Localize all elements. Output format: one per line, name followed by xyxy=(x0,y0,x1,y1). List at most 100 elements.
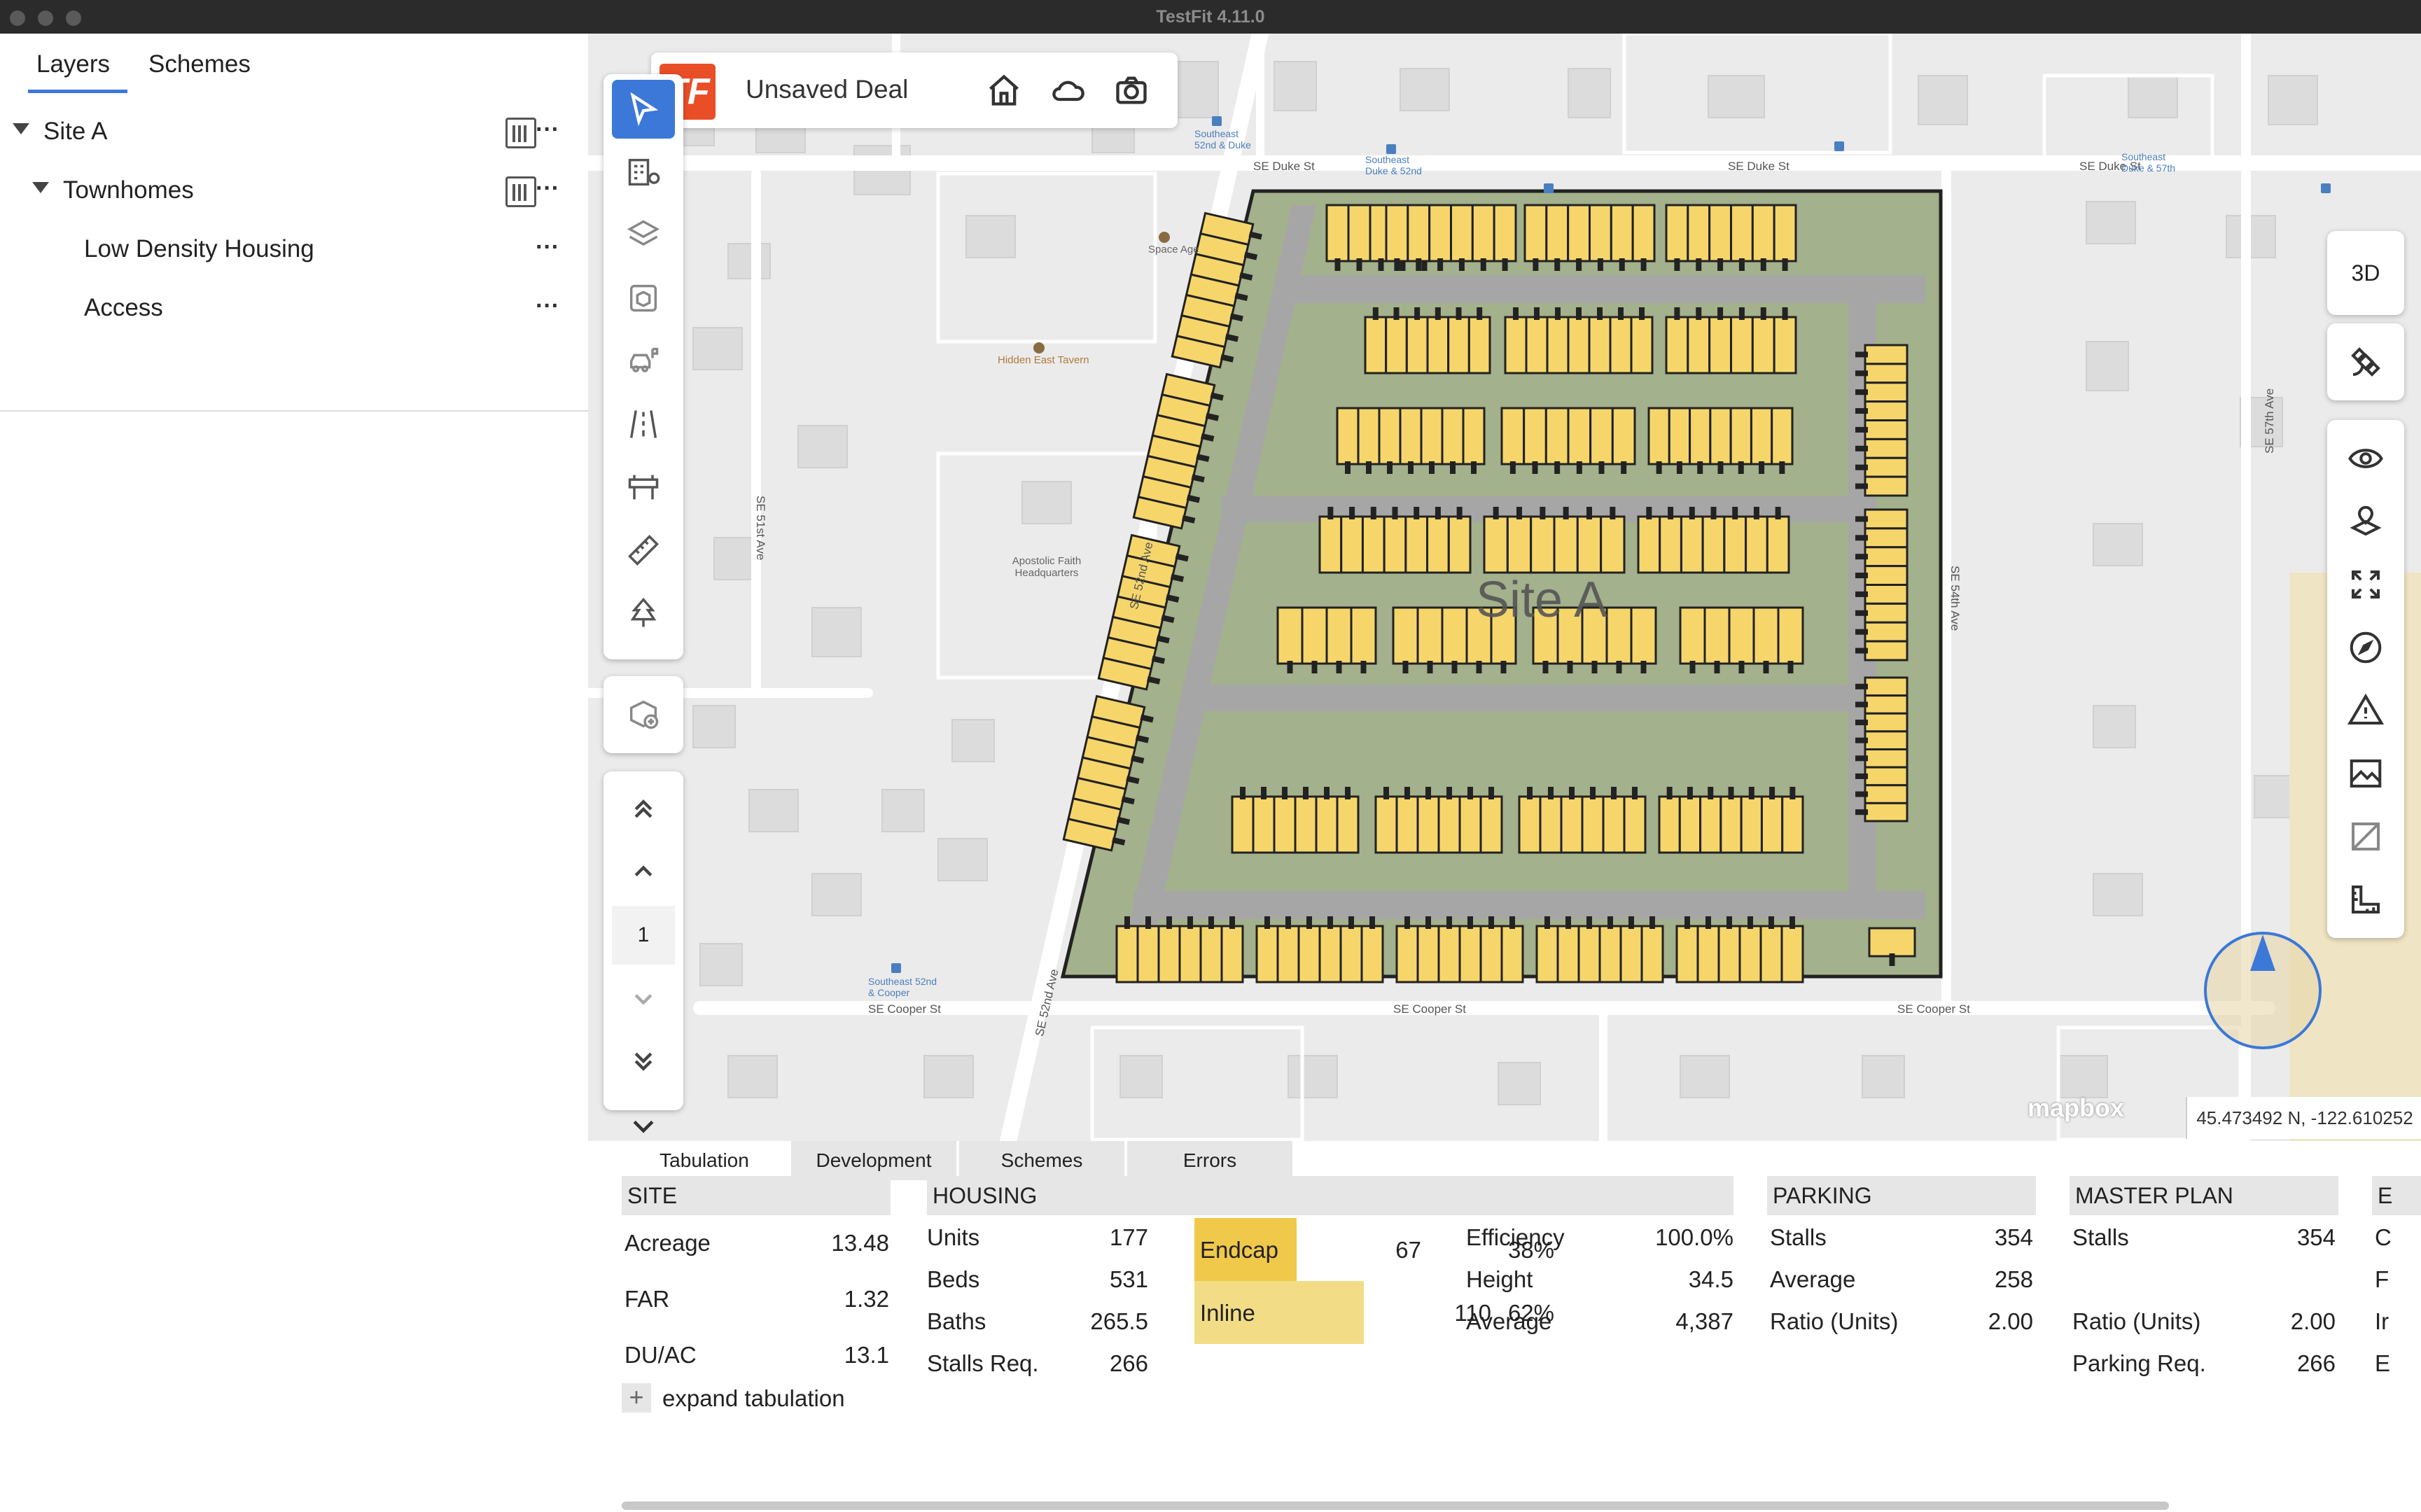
townhome-unit[interactable] xyxy=(1426,316,1450,374)
townhome-unit[interactable] xyxy=(1864,712,1909,733)
townhome-unit[interactable] xyxy=(1659,515,1682,574)
townhome-unit[interactable] xyxy=(1619,925,1643,983)
townhome-unit[interactable] xyxy=(1479,795,1503,854)
tab-schemes-bottom[interactable]: Schemes xyxy=(959,1141,1124,1180)
tab-errors[interactable]: Errors xyxy=(1127,1141,1292,1180)
expand-icon[interactable]: + xyxy=(622,1383,651,1413)
townhome-unit[interactable] xyxy=(1450,204,1474,262)
townhome-unit[interactable] xyxy=(1392,606,1419,665)
townhome-unit[interactable] xyxy=(1623,795,1647,854)
townhome-unit[interactable] xyxy=(1696,925,1720,983)
townhome-unit[interactable] xyxy=(1750,407,1773,465)
townhome-unit[interactable] xyxy=(1518,795,1542,854)
tab-tabulation[interactable]: Tabulation xyxy=(622,1141,787,1180)
townhome-unit[interactable] xyxy=(1759,925,1783,983)
townhome-unit[interactable] xyxy=(1458,795,1482,854)
townhome-unit[interactable] xyxy=(1506,515,1533,574)
townhome-unit[interactable] xyxy=(1294,795,1318,854)
townhome-unit[interactable] xyxy=(1687,316,1711,374)
townhome-unit[interactable] xyxy=(1336,407,1360,465)
parking-tool[interactable] xyxy=(612,332,675,391)
townhome-unit[interactable] xyxy=(1864,676,1909,697)
townhome-unit[interactable] xyxy=(1567,407,1592,465)
townhome-unit[interactable] xyxy=(1864,508,1909,530)
townhome-unit[interactable] xyxy=(1719,795,1743,854)
layer-townhomes[interactable]: Townhomes ··· xyxy=(0,162,588,221)
image-overlay-button[interactable] xyxy=(2327,742,2404,805)
townhome-unit[interactable] xyxy=(1864,640,1909,662)
townhome-unit[interactable] xyxy=(1605,606,1633,665)
townhome-unit[interactable] xyxy=(1252,795,1276,854)
townhome-unit[interactable] xyxy=(1864,748,1909,769)
townhome-unit[interactable] xyxy=(1530,515,1556,574)
townhome-unit[interactable] xyxy=(1399,407,1423,465)
townhome-unit[interactable] xyxy=(1525,316,1549,374)
townhome-unit[interactable] xyxy=(1416,795,1440,854)
townhome-unit[interactable] xyxy=(1864,475,1909,497)
townhome-unit[interactable] xyxy=(1115,925,1139,983)
townhome-unit[interactable] xyxy=(1340,515,1364,574)
townhome-unit[interactable] xyxy=(1637,515,1661,574)
townhome-unit[interactable] xyxy=(1199,925,1223,983)
townhome-unit[interactable] xyxy=(1777,606,1804,665)
townhome-unit[interactable] xyxy=(1462,407,1486,465)
townhome-unit[interactable] xyxy=(1701,515,1726,574)
townhome-unit[interactable] xyxy=(1589,204,1612,262)
townhome-unit[interactable] xyxy=(1483,515,1509,574)
townhome-unit[interactable] xyxy=(1437,795,1461,854)
tab-layers[interactable]: Layers xyxy=(36,50,110,78)
cloud-icon[interactable] xyxy=(1050,72,1087,108)
townhome-unit[interactable] xyxy=(1360,925,1384,983)
townhome-unit[interactable] xyxy=(1864,621,1909,643)
top-floor-button[interactable] xyxy=(612,780,675,839)
layer-site-a[interactable]: Site A ··· xyxy=(0,104,588,162)
townhome-unit[interactable] xyxy=(1630,606,1657,665)
townhome-unit[interactable] xyxy=(1276,925,1300,983)
townhome-unit[interactable] xyxy=(1864,363,1909,384)
townhome-unit[interactable] xyxy=(1405,316,1429,374)
townhome-unit[interactable] xyxy=(1864,694,1909,715)
townhome-unit[interactable] xyxy=(1493,204,1517,262)
townhome-unit[interactable] xyxy=(1678,795,1702,854)
townhome-unit[interactable] xyxy=(1416,606,1444,665)
satellite-button[interactable] xyxy=(2327,323,2404,400)
townhome-unit[interactable] xyxy=(1428,204,1452,262)
townhome-unit[interactable] xyxy=(1479,925,1503,983)
townhome-unit[interactable] xyxy=(1178,925,1202,983)
townhome-unit[interactable] xyxy=(1136,925,1160,983)
townhome-unit[interactable] xyxy=(1545,204,1570,262)
townhome-unit[interactable] xyxy=(1447,515,1472,574)
townhome-unit[interactable] xyxy=(1523,204,1548,262)
townhome-unit[interactable] xyxy=(1730,316,1754,374)
townhome-unit[interactable] xyxy=(1864,584,1909,605)
townhome-unit[interactable] xyxy=(1220,925,1244,983)
compass-button[interactable] xyxy=(2327,616,2404,679)
townhome-unit[interactable] xyxy=(1675,925,1699,983)
townhome-unit[interactable] xyxy=(1374,795,1398,854)
townhome-unit[interactable] xyxy=(1407,204,1431,262)
townhome-unit[interactable] xyxy=(1864,419,1909,440)
caret-down-icon[interactable] xyxy=(32,182,49,193)
townhome-unit[interactable] xyxy=(1687,204,1711,262)
townhome-unit[interactable] xyxy=(1553,515,1579,574)
townhome-unit[interactable] xyxy=(1609,316,1633,374)
deal-title[interactable]: Unsaved Deal xyxy=(746,75,908,104)
townhome-unit[interactable] xyxy=(1771,407,1794,465)
townhome-unit[interactable] xyxy=(1680,515,1704,574)
townhome-unit[interactable] xyxy=(1357,407,1381,465)
townhome-unit[interactable] xyxy=(1640,925,1664,983)
townhome-unit[interactable] xyxy=(1567,316,1591,374)
townhome-unit[interactable] xyxy=(1679,606,1706,665)
townhome-unit[interactable] xyxy=(1864,546,1909,568)
townhome-unit[interactable] xyxy=(1361,515,1386,574)
townhome-unit[interactable] xyxy=(1864,784,1909,804)
townhome-unit[interactable] xyxy=(1630,316,1654,374)
townhome-unit[interactable] xyxy=(1760,795,1784,854)
townhome-unit[interactable] xyxy=(1864,438,1909,459)
townhome-unit[interactable] xyxy=(1395,795,1419,854)
townhome-unit[interactable] xyxy=(1665,204,1689,262)
townhome-unit[interactable] xyxy=(1864,766,1909,787)
townhome-unit[interactable] xyxy=(1420,407,1444,465)
townhome-unit[interactable] xyxy=(1576,515,1603,574)
townhome-unit[interactable] xyxy=(1500,407,1526,465)
